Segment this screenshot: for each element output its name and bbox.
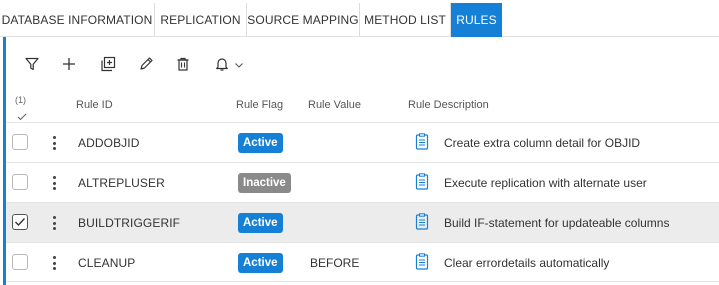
column-header-rule-value[interactable]: Rule Value <box>308 99 361 111</box>
rule-description-cell: Build IF-statement for updateable column… <box>444 216 670 230</box>
document-icon[interactable] <box>415 213 429 235</box>
table-row[interactable]: ADDOBJID Active Create extra column deta… <box>6 122 719 162</box>
edit-icon[interactable] <box>135 53 157 75</box>
selected-count: (1) <box>15 95 26 105</box>
rule-id-cell: ALTREPLUSER <box>78 176 165 190</box>
row-menu-icon[interactable] <box>50 214 58 232</box>
duplicate-icon[interactable] <box>97 53 119 75</box>
tab-bar: DATABASE INFORMATION REPLICATION SOURCE … <box>0 0 719 37</box>
tab-rules[interactable]: RULES <box>451 3 502 37</box>
document-icon[interactable] <box>415 173 429 195</box>
column-header-rule-flag[interactable]: Rule Flag <box>236 99 283 111</box>
table-row[interactable]: BUILDTRIGGERIF Active Build IF-statement… <box>6 202 719 242</box>
column-header-rule-description[interactable]: Rule Description <box>408 99 489 111</box>
tab-database-information[interactable]: DATABASE INFORMATION <box>0 3 155 37</box>
tab-method-list[interactable]: METHOD LIST <box>360 3 451 37</box>
document-icon[interactable] <box>415 253 429 275</box>
delete-icon[interactable] <box>172 53 194 75</box>
filter-icon[interactable] <box>21 53 43 75</box>
add-icon[interactable] <box>58 53 80 75</box>
rule-flag-badge: Active <box>238 253 283 273</box>
chevron-down-icon[interactable] <box>232 56 246 74</box>
row-checkbox[interactable] <box>12 254 28 270</box>
rule-description-cell: Create extra column detail for OBJID <box>444 136 641 150</box>
rule-flag-badge: Inactive <box>238 173 291 193</box>
rule-id-cell: CLEANUP <box>78 256 136 270</box>
row-checkbox[interactable] <box>12 134 28 150</box>
row-menu-icon[interactable] <box>50 134 58 152</box>
column-header-rule-id[interactable]: Rule ID <box>76 99 113 111</box>
row-checkbox[interactable] <box>12 174 28 190</box>
rule-id-cell: BUILDTRIGGERIF <box>78 216 181 230</box>
table-row[interactable]: CLEANUP Active BEFORE Clear errordetails… <box>6 242 719 282</box>
row-menu-icon[interactable] <box>50 254 58 272</box>
rule-flag-badge: Active <box>238 133 283 153</box>
rule-value-cell: BEFORE <box>310 256 360 270</box>
rule-id-cell: ADDOBJID <box>78 136 140 150</box>
tab-replication[interactable]: REPLICATION <box>155 3 247 37</box>
rule-description-cell: Clear errordetails automatically <box>444 256 610 270</box>
bell-icon[interactable] <box>211 53 233 75</box>
row-checkbox[interactable] <box>12 214 28 230</box>
document-icon[interactable] <box>415 133 429 155</box>
rule-flag-badge: Active <box>238 213 283 233</box>
row-menu-icon[interactable] <box>50 174 58 192</box>
rule-description-cell: Execute replication with alternate user <box>444 176 647 190</box>
tab-source-mapping[interactable]: SOURCE MAPPING <box>247 3 360 37</box>
table-row[interactable]: ALTREPLUSER Inactive Execute replication… <box>6 162 719 202</box>
